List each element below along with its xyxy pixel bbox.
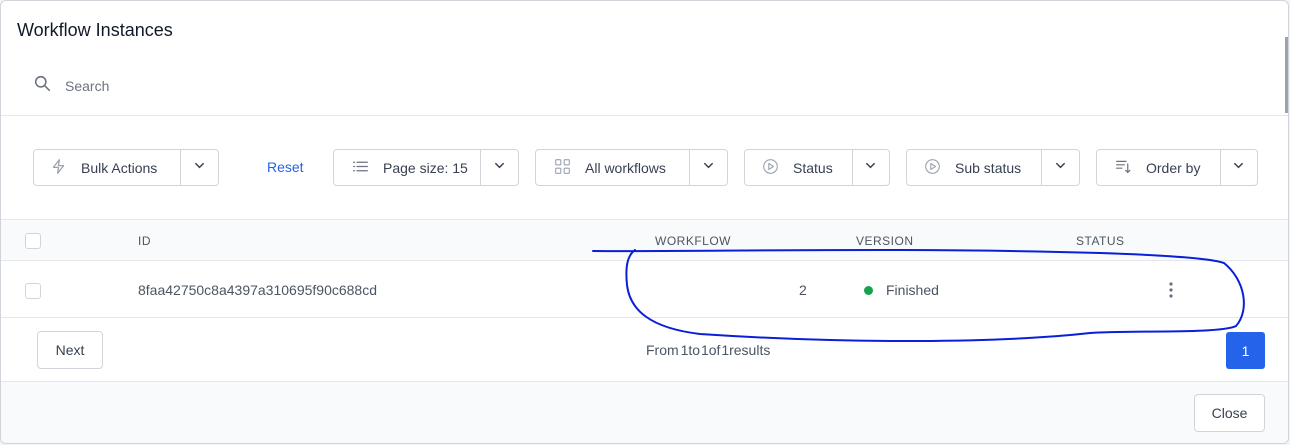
order-by-label: Order by [1146,159,1201,176]
table-row[interactable]: 8faa42750c8a4397a310695f90c688cd 2 Finis… [1,262,1288,318]
sub-status-button[interactable]: Sub status [907,150,1043,185]
order-by-caret[interactable] [1221,150,1257,185]
reset-link[interactable]: Reset [267,159,304,175]
order-by-button[interactable]: Order by [1097,150,1221,185]
bulk-actions-label: Bulk Actions [81,159,158,176]
results-to-label: to [688,342,701,358]
page-size-caret[interactable] [481,150,518,185]
lightning-icon [50,158,81,178]
results-from-label: From [646,342,679,358]
row-id[interactable]: 8faa42750c8a4397a310695f90c688cd [138,282,377,298]
sort-icon [1115,158,1146,178]
results-to: 1 [700,342,709,358]
workflows-caret[interactable] [690,150,727,185]
scrollbar[interactable] [1285,37,1288,113]
results-total: 1 [721,342,730,358]
modal-footer: Close [1,381,1288,443]
bulk-actions-dropdown: Bulk Actions [33,149,219,186]
workflow-instances-modal: Workflow Instances Bulk Actions Reset Pa… [0,0,1289,444]
bulk-actions-button[interactable]: Bulk Actions [34,150,182,185]
page-button-1[interactable]: 1 [1226,332,1265,369]
results-summary: From 1to 1of 1results [646,342,770,358]
grid-icon [554,158,585,178]
row-status: Finished [886,282,939,298]
kebab-icon[interactable] [1167,281,1175,299]
status-dropdown: Status [744,149,890,186]
search-icon [34,75,51,97]
play-circle-icon [762,158,793,178]
chevron-down-icon [493,159,506,177]
chevron-down-icon [1054,159,1067,177]
table-header: ID WORKFLOW VERSION STATUS [1,219,1288,261]
results-label: results [729,342,771,358]
sub-status-caret[interactable] [1042,150,1079,185]
page-size-dropdown: Page size: 15 [333,149,519,186]
divider [1,115,1288,116]
status-button[interactable]: Status [745,150,853,185]
order-by-dropdown: Order by [1096,149,1258,186]
bulk-actions-caret[interactable] [181,150,218,185]
next-button[interactable]: Next [37,331,103,369]
search-input[interactable] [65,78,365,94]
chevron-down-icon [193,159,206,177]
column-header-status: STATUS [1076,234,1125,248]
workflows-dropdown: All workflows [535,149,728,186]
column-header-version: VERSION [856,234,914,248]
column-header-workflow: WORKFLOW [655,234,731,248]
row-checkbox[interactable] [25,283,41,299]
workflows-label: All workflows [585,159,666,176]
chevron-down-icon [864,159,877,177]
play-circle-icon [924,158,955,178]
sub-status-dropdown: Sub status [906,149,1080,186]
status-label: Status [793,159,833,176]
results-of-label: of [708,342,721,358]
list-icon [352,158,383,178]
sub-status-label: Sub status [955,159,1022,176]
page-size-label: Page size: 15 [383,159,468,176]
select-all-checkbox[interactable] [25,233,41,249]
search-bar [34,75,365,97]
modal-title: Workflow Instances [17,20,173,40]
status-dot [864,286,873,295]
page-size-button[interactable]: Page size: 15 [334,150,482,185]
column-header-id: ID [138,234,151,248]
row-version: 2 [799,282,807,298]
status-caret[interactable] [853,150,889,185]
close-button[interactable]: Close [1194,394,1265,432]
chevron-down-icon [702,159,715,177]
chevron-down-icon [1232,159,1245,177]
workflows-button[interactable]: All workflows [536,150,691,185]
